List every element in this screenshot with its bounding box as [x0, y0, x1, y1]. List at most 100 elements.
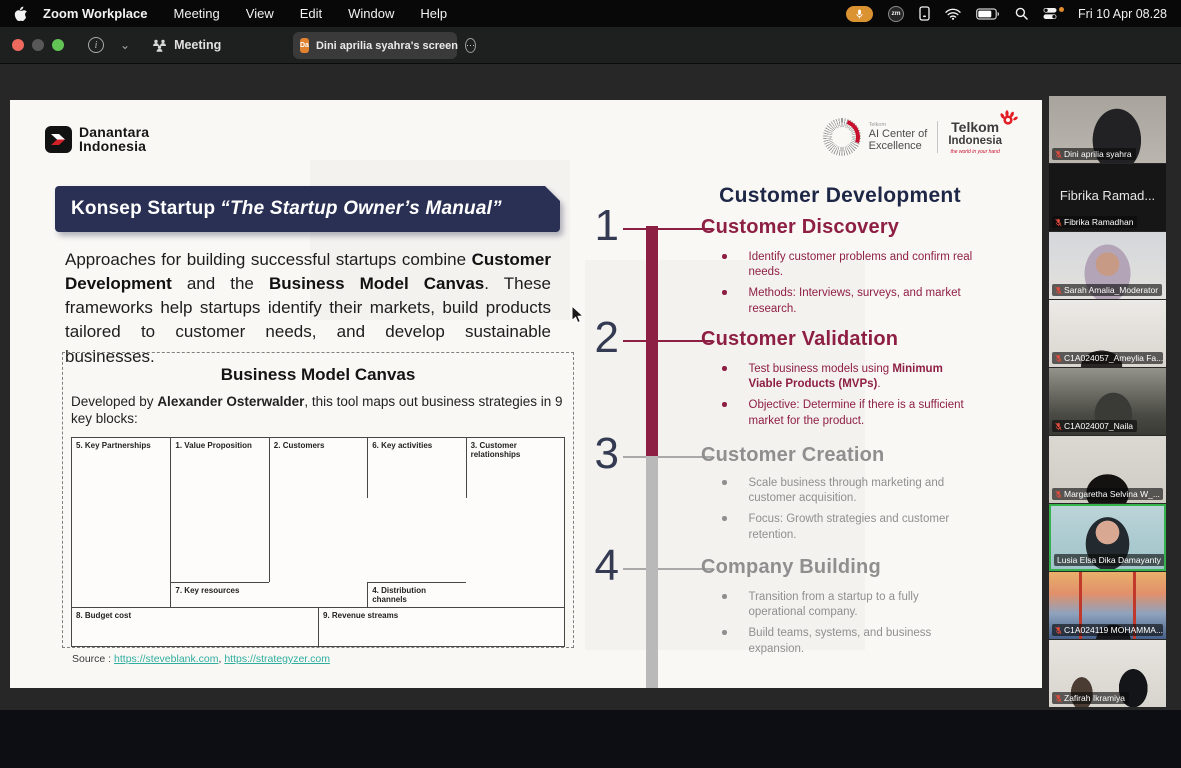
slide-title-plain: Konsep Startup [71, 198, 215, 220]
bmc-title: Business Model Canvas [71, 365, 565, 385]
heading-company-building: Company Building [701, 556, 881, 579]
participant-tile-dini[interactable]: Dini aprilia syahra [1049, 96, 1166, 163]
bullet-icon [722, 254, 727, 259]
bullets-customer-validation: Test business models using Minimum Viabl… [714, 362, 976, 435]
source-link-steveblank[interactable]: https://steveblank.com [114, 653, 218, 665]
step-number-4: 4 [585, 544, 619, 588]
heading-customer-creation: Customer Creation [701, 444, 884, 467]
intro-text-2: and the [172, 274, 269, 293]
bullet-icon [722, 402, 727, 407]
menu-device-icon[interactable] [919, 6, 930, 21]
step-number-3: 3 [585, 432, 619, 476]
participant-tile-sarah[interactable]: Sarah Amalia_Moderator [1049, 232, 1166, 299]
participants-grid-icon [152, 39, 167, 52]
source-line: Source : https://steveblank.com, https:/… [72, 653, 330, 665]
bmc-cell-customers: 2. Customers [269, 438, 367, 582]
participant-name-label: Zafirah Ikramiya [1052, 692, 1129, 704]
share-tab-more-icon[interactable]: ⋯ [465, 38, 476, 53]
bullet-text: Methods: Interviews, surveys, and market… [749, 286, 977, 316]
bmc-description: Developed by Alexander Osterwalder, this… [71, 394, 565, 428]
active-mic-indicator[interactable] [846, 6, 873, 22]
menu-help[interactable]: Help [420, 6, 447, 21]
bullet-icon [722, 366, 727, 371]
bullet-text: Objective: Determine if there is a suffi… [749, 398, 977, 428]
participant-name-label: Lusia Elsa Dika Damayanty [1054, 554, 1165, 566]
bullet-icon [722, 630, 727, 635]
bullet-text: Transition from a startup to a fully ope… [749, 590, 977, 620]
bmc-canvas-table: 5. Key Partnerships 6. Key activities 1.… [71, 437, 565, 607]
slide-title-quoted: “The Startup Owner’s Manual” [220, 198, 502, 220]
participant-tile-naila[interactable]: C1A024007_Naila [1049, 368, 1166, 435]
control-center-icon[interactable] [1043, 7, 1064, 20]
participant-name: C1A024119 MOHAMMA... [1064, 625, 1163, 635]
logo-divider [937, 121, 938, 153]
muted-mic-icon [1055, 286, 1062, 295]
bmc-bottom-row: 8. Budget cost 9. Revenue streams [71, 607, 565, 647]
mouse-cursor [570, 305, 585, 330]
participant-tile-margaretha[interactable]: Margaretha Selvina W_... [1049, 436, 1166, 503]
bullet-text: Identify customer problems and confirm r… [749, 250, 977, 280]
macos-menu-bar: Zoom Workplace Meeting View Edit Window … [0, 0, 1181, 27]
bullet-text: Scale business through marketing and cus… [749, 476, 977, 506]
participant-tile-lusia-active-speaker[interactable]: Lusia Elsa Dika Damayanty [1049, 504, 1166, 571]
participant-name-label: Fibrika Ramadhan [1052, 216, 1137, 228]
telkom-indonesia-logo: Telkom Indonesia the world in your hand [948, 119, 1002, 155]
minimize-window-button[interactable] [32, 39, 44, 51]
close-window-button[interactable] [12, 39, 24, 51]
participant-tile-zafirah[interactable]: Zafirah Ikramiya [1049, 640, 1166, 707]
shared-screen-slide: Danantara Indonesia Telkom AI Center of … [10, 100, 1042, 688]
bullet-text: Focus: Growth strategies and customer re… [749, 512, 977, 542]
muted-mic-icon [1055, 150, 1062, 159]
menu-view[interactable]: View [246, 6, 274, 21]
intro-paragraph: Approaches for building successful start… [65, 248, 551, 369]
participant-name: Lusia Elsa Dika Damayanty [1057, 555, 1161, 565]
bullet-icon [722, 516, 727, 521]
bullet-text-part: Test business models using [749, 363, 893, 375]
telkom-hand-icon [998, 109, 1018, 127]
muted-mic-icon [1055, 422, 1062, 431]
source-link-strategyzer[interactable]: https://strategyzer.com [224, 653, 330, 665]
bmc-cell-customer-relationships: 3. Customer relationships [466, 438, 564, 498]
bullet-text: Test business models using Minimum Viabl… [749, 362, 977, 392]
tab-meeting[interactable]: Meeting [152, 38, 221, 52]
menu-meeting[interactable]: Meeting [174, 6, 220, 21]
telkom-name-line1: Telkom [948, 119, 1002, 135]
meeting-content-area: Danantara Indonesia Telkom AI Center of … [0, 64, 1181, 710]
fullscreen-window-button[interactable] [52, 39, 64, 51]
participant-name-label: Dini aprilia syahra [1052, 148, 1136, 160]
heading-customer-discovery: Customer Discovery [701, 216, 899, 239]
menu-edit[interactable]: Edit [300, 6, 322, 21]
participant-name-label: C1A024007_Naila [1052, 420, 1137, 432]
menu-bar-clock[interactable]: Fri 10 Apr 08.28 [1078, 7, 1167, 21]
bmc-desc-bold-author: Alexander Osterwalder [157, 394, 304, 409]
spotlight-search-icon[interactable] [1015, 7, 1028, 20]
bmc-cell-revenue-streams: 9. Revenue streams [318, 608, 564, 646]
mic-icon [856, 9, 863, 19]
bullet-icon [722, 594, 727, 599]
participant-name: C1A024057_Ameylia Fa... [1064, 353, 1163, 363]
chevron-down-icon[interactable]: ⌄ [120, 38, 130, 52]
meeting-info-icon[interactable]: i [88, 37, 104, 53]
timeline-bar-maroon [646, 226, 658, 456]
apple-icon[interactable] [14, 6, 27, 21]
menu-app-name[interactable]: Zoom Workplace [43, 6, 148, 21]
timeline-tick-3 [623, 456, 713, 458]
step-number-1: 1 [585, 204, 619, 248]
intro-text-1: Approaches for building successful start… [65, 250, 472, 269]
battery-icon[interactable] [976, 8, 1000, 20]
menu-window[interactable]: Window [348, 6, 394, 21]
participant-tile-ameylia[interactable]: C1A024057_Ameylia Fa... [1049, 300, 1166, 367]
muted-mic-icon [1055, 694, 1062, 703]
tab-shared-screen[interactable]: Da Dini aprilia syahra's screen ⋯ [293, 32, 457, 59]
bullet-icon [722, 290, 727, 295]
participant-tile-mohamma[interactable]: C1A024119 MOHAMMA... [1049, 572, 1166, 639]
zoom-menubar-icon[interactable]: zm [888, 6, 904, 22]
step-number-2: 2 [585, 316, 619, 360]
participant-tile-fibrika[interactable]: Fibrika Ramad... Fibrika Ramadhan [1049, 164, 1166, 231]
zoom-window-titlebar: i ⌄ Meeting Da Dini aprilia syahra's scr… [0, 27, 1181, 64]
wifi-icon[interactable] [945, 8, 961, 20]
participant-name: Margaretha Selvina W_... [1064, 489, 1160, 499]
timeline-tick-2 [623, 340, 713, 342]
bmc-cell-distribution-channels: 4. Distribution channels [367, 582, 465, 607]
bullets-customer-discovery: Identify customer problems and confirm r… [714, 250, 976, 323]
